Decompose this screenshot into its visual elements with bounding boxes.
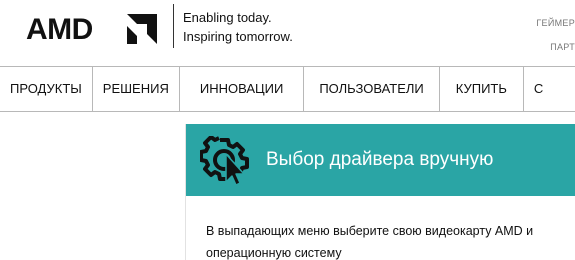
- nav-item-support[interactable]: С: [524, 67, 553, 111]
- tagline-line-1: Enabling today.: [183, 10, 272, 25]
- main-nav: ПРОДУКТЫ РЕШЕНИЯ ИННОВАЦИИ ПОЛЬЗОВАТЕЛИ …: [0, 66, 575, 112]
- logo-text: AMD: [26, 13, 93, 44]
- panel-header: Выбор драйвера вручную: [186, 124, 575, 196]
- amd-arrow-icon: [127, 14, 157, 44]
- top-link-partners[interactable]: ПАРТ: [550, 42, 575, 52]
- panel-description: В выпадающих меню выберите свою видеокар…: [206, 224, 534, 260]
- panel-title: Выбор драйвера вручную: [266, 149, 494, 170]
- site-header: AMD Enabling today. Inspiring tomorrow. …: [0, 0, 575, 66]
- nav-item-users[interactable]: ПОЛЬЗОВАТЕЛИ: [304, 67, 438, 111]
- top-link-gamers[interactable]: ГЕЙМЕР: [536, 18, 575, 28]
- nav-item-buy[interactable]: КУПИТЬ: [440, 67, 523, 111]
- nav-item-products[interactable]: ПРОДУКТЫ: [0, 67, 92, 111]
- header-divider: [173, 4, 174, 48]
- gear-cursor-icon: [200, 136, 249, 186]
- driver-selection-panel: Выбор драйвера вручную В выпадающих меню…: [185, 124, 575, 260]
- amd-logo[interactable]: AMD: [26, 10, 162, 44]
- nav-item-innovations[interactable]: ИННОВАЦИИ: [180, 67, 303, 111]
- tagline-line-2: Inspiring tomorrow.: [183, 29, 293, 44]
- nav-item-solutions[interactable]: РЕШЕНИЯ: [93, 67, 179, 111]
- tagline: Enabling today. Inspiring tomorrow.: [183, 8, 293, 46]
